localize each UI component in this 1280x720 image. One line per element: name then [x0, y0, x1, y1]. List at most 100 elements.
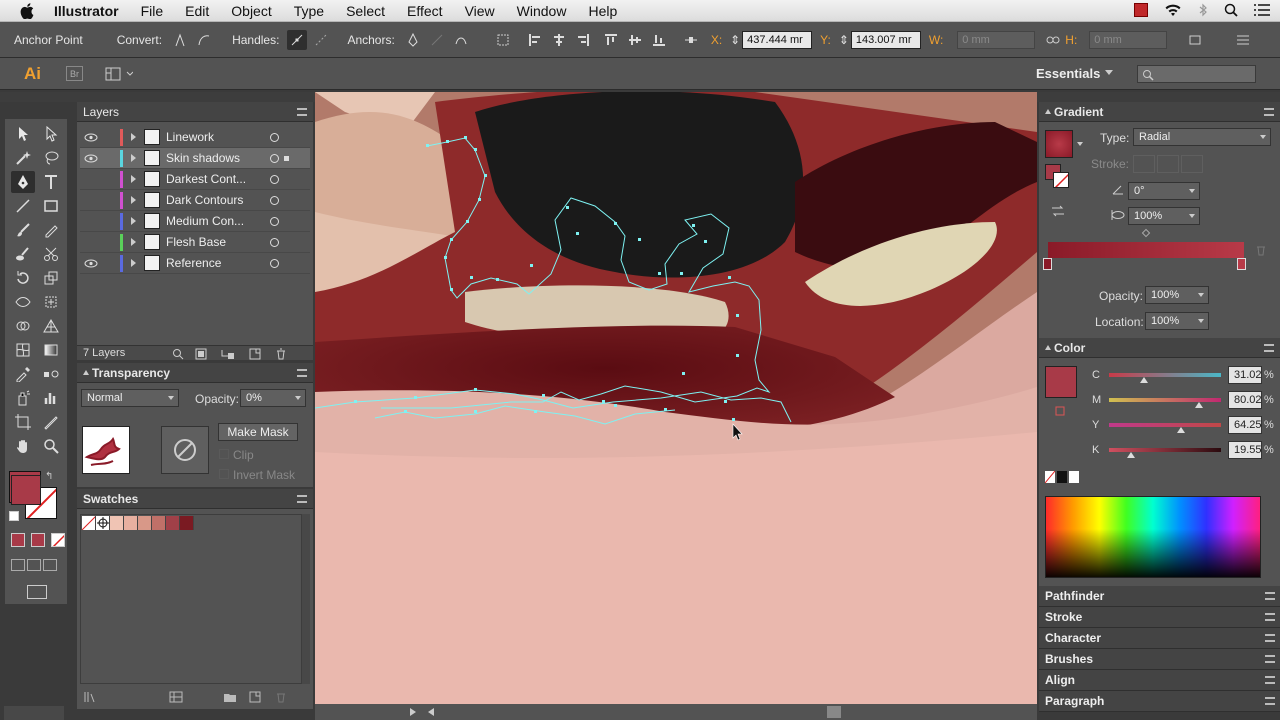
gradient-slider[interactable] [1048, 242, 1244, 258]
hide-handles-icon[interactable] [311, 30, 331, 50]
stroke-within-icon[interactable] [1133, 155, 1155, 173]
layer-row[interactable]: Medium Con... [80, 211, 310, 232]
new-sublayer-icon[interactable] [221, 348, 235, 360]
align-top-icon[interactable] [601, 30, 621, 50]
registration-swatch[interactable] [96, 516, 110, 530]
expand-layer-icon[interactable] [131, 259, 136, 267]
screen-mode-icon[interactable] [27, 585, 47, 599]
delete-swatch-icon[interactable] [275, 691, 287, 703]
menu-object[interactable]: Object [231, 3, 271, 19]
menu-type[interactable]: Type [294, 3, 324, 19]
workspace-switcher[interactable]: Essentials [1036, 66, 1100, 81]
width-tool-icon[interactable] [11, 291, 35, 313]
layer-name[interactable]: Reference [166, 256, 266, 270]
shape-builder-tool-icon[interactable] [11, 315, 35, 337]
convert-to-smooth-icon[interactable] [194, 30, 214, 50]
none-mode-icon[interactable] [51, 533, 65, 547]
search-icon[interactable] [1224, 3, 1238, 17]
layer-row[interactable]: Darkest Cont... [80, 169, 310, 190]
column-graph-tool-icon[interactable] [39, 387, 63, 409]
lasso-tool-icon[interactable] [39, 147, 63, 169]
new-layer-icon[interactable] [249, 348, 261, 360]
stop-opacity-field[interactable]: 100% [1145, 286, 1209, 304]
convert-to-corner-icon[interactable] [170, 30, 190, 50]
symbol-sprayer-tool-icon[interactable] [11, 387, 35, 409]
zoom-tool-icon[interactable] [39, 435, 63, 457]
paintbrush-tool-icon[interactable] [11, 219, 35, 241]
pen-tool-icon[interactable] [11, 171, 35, 193]
draw-inside-icon[interactable] [43, 559, 57, 571]
scroll-right-arrow-icon[interactable] [410, 708, 416, 716]
target-circle-icon[interactable] [270, 258, 279, 268]
color-swatch[interactable] [138, 516, 152, 530]
reverse-gradient-icon[interactable] [1051, 204, 1065, 218]
stop-location-field[interactable]: 100% [1145, 312, 1209, 330]
color-swatch[interactable] [152, 516, 166, 530]
slice-tool-icon[interactable] [39, 411, 63, 433]
channel-slider[interactable] [1109, 398, 1221, 402]
type-tool-icon[interactable] [39, 171, 63, 193]
blob-brush-tool-icon[interactable] [11, 243, 35, 265]
channel-value-field[interactable]: 64.25 [1228, 416, 1262, 434]
eyedropper-tool-icon[interactable] [11, 363, 35, 385]
channel-slider-thumb[interactable] [1127, 452, 1136, 458]
collapsed-panel-menu-icon[interactable] [1265, 697, 1275, 705]
visibility-eye-icon[interactable] [84, 216, 98, 226]
align-bottom-icon[interactable] [649, 30, 669, 50]
target-circle-icon[interactable] [270, 237, 279, 247]
color-swatch[interactable] [166, 516, 180, 530]
pen-anchor-icon[interactable] [403, 30, 423, 50]
y-field[interactable]: 143.007 mr [850, 30, 921, 49]
layer-name[interactable]: Skin shadows [166, 151, 266, 165]
collapsed-panel-menu-icon[interactable] [1265, 676, 1275, 684]
menu-view[interactable]: View [465, 3, 495, 19]
swap-fill-stroke-icon[interactable]: ↰ [45, 471, 53, 482]
mesh-tool-icon[interactable] [11, 339, 35, 361]
control-menu-icon[interactable] [1233, 30, 1253, 50]
notification-list-icon[interactable] [1254, 4, 1270, 16]
free-transform-tool-icon[interactable] [39, 291, 63, 313]
direct-selection-tool-icon[interactable] [39, 123, 63, 145]
lock-toggle-icon[interactable] [102, 131, 116, 143]
collapsed-panel-header[interactable]: Stroke [1039, 607, 1280, 628]
x-stepper-icon[interactable]: ⇕ [730, 33, 740, 47]
menu-select[interactable]: Select [346, 3, 385, 19]
isolate-icon[interactable] [493, 30, 513, 50]
stroke-across-icon[interactable] [1181, 155, 1203, 173]
scissors-tool-icon[interactable] [39, 243, 63, 265]
visibility-eye-icon[interactable] [84, 153, 98, 163]
artboard-tool-icon[interactable] [11, 411, 35, 433]
draw-normal-icon[interactable] [11, 559, 25, 571]
lock-toggle-icon[interactable] [102, 215, 116, 227]
layer-name[interactable]: Medium Con... [166, 214, 266, 228]
collapsed-panel-menu-icon[interactable] [1265, 634, 1275, 642]
color-swatch[interactable] [110, 516, 124, 530]
visibility-eye-icon[interactable] [84, 174, 98, 184]
gradient-stroke-mini[interactable] [1053, 172, 1069, 188]
color-collapse-icon[interactable] [1045, 345, 1051, 350]
line-segment-tool-icon[interactable] [11, 195, 35, 217]
gradient-angle-field[interactable]: 0° [1128, 182, 1200, 200]
rotate-tool-icon[interactable] [11, 267, 35, 289]
magic-wand-tool-icon[interactable] [11, 147, 35, 169]
gradient-aspect-field[interactable]: 100% [1128, 207, 1200, 225]
layer-name[interactable]: Linework [166, 130, 266, 144]
gradient-stop-start[interactable] [1043, 258, 1052, 270]
menu-help[interactable]: Help [588, 3, 617, 19]
target-circle-icon[interactable] [270, 153, 279, 163]
collapsed-panel-header[interactable]: Align [1039, 670, 1280, 691]
expand-layer-icon[interactable] [131, 154, 136, 162]
delete-layer-icon[interactable] [275, 348, 287, 360]
bridge-button[interactable]: Br [66, 66, 83, 81]
channel-value-field[interactable]: 31.02 [1228, 366, 1262, 384]
show-swatch-kinds-icon[interactable] [169, 691, 183, 703]
clip-checkbox[interactable] [219, 449, 229, 459]
bluetooth-icon[interactable] [1198, 3, 1208, 17]
wifi-icon[interactable] [1164, 3, 1182, 17]
scroll-thumb[interactable] [827, 706, 841, 718]
constrain-link-icon[interactable] [1043, 30, 1063, 50]
delete-stop-icon[interactable] [1255, 244, 1267, 256]
align-right-icon[interactable] [573, 30, 593, 50]
rectangle-tool-icon[interactable] [39, 195, 63, 217]
black-color-icon[interactable] [1057, 471, 1067, 483]
